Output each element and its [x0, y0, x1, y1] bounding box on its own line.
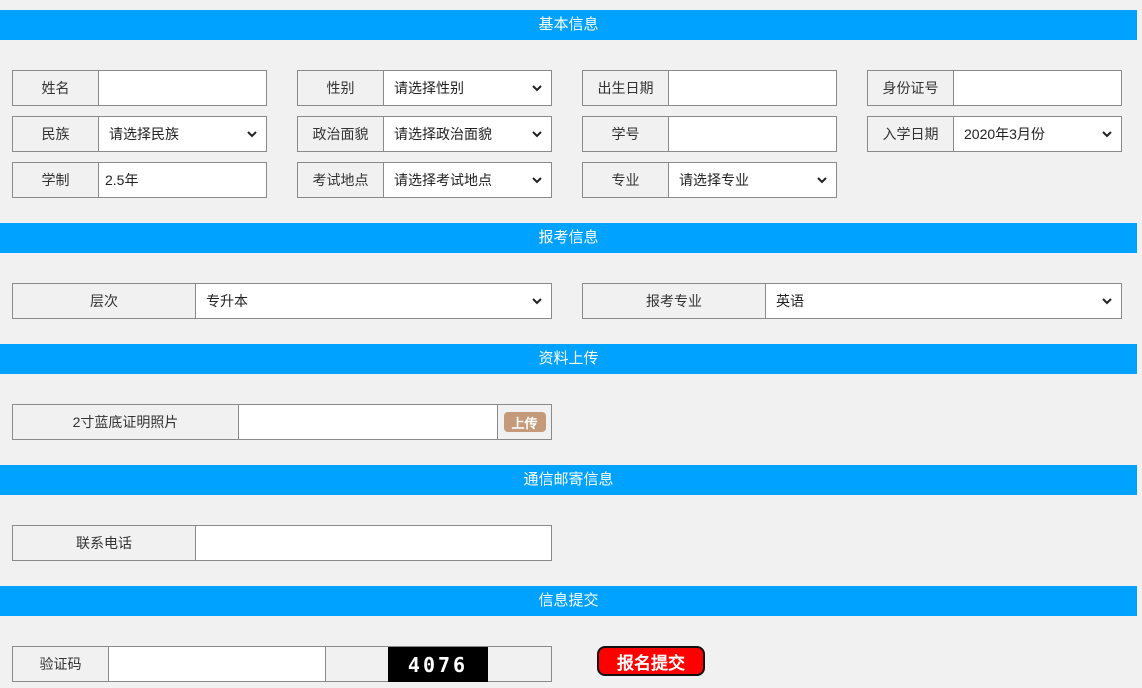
exam-location-select[interactable]: 请选择考试地点 [384, 163, 551, 197]
captcha-input[interactable] [109, 647, 326, 681]
enroll-date-label: 入学日期 [868, 117, 954, 151]
gender-select[interactable]: 请选择性别 [384, 71, 551, 105]
major-select-value: 请选择专业 [679, 172, 749, 188]
submit-button[interactable]: 报名提交 [597, 646, 705, 676]
major-select[interactable]: 请选择专业 [669, 163, 836, 197]
political-status-select[interactable]: 请选择政治面貌 [384, 117, 551, 151]
section-mailing: 通信邮寄信息 [0, 465, 1137, 495]
enroll-date-select[interactable]: 2020年3月份 [954, 117, 1121, 151]
chevron-down-icon [817, 177, 827, 184]
photo-upload-field: 2寸蓝底证明照片 上传 [12, 404, 552, 440]
photo-upload-label: 2寸蓝底证明照片 [13, 405, 239, 439]
exam-major-select-value: 英语 [776, 293, 804, 309]
duration-label: 学制 [13, 163, 99, 197]
phone-input[interactable] [196, 526, 551, 560]
chevron-down-icon [247, 131, 257, 138]
id-number-input[interactable] [954, 71, 1121, 105]
section-upload: 资料上传 [0, 344, 1137, 374]
duration-field: 学制 2.5年 [12, 162, 267, 198]
section-basic-info: 基本信息 [0, 10, 1137, 40]
section-exam-info: 报考信息 [0, 223, 1137, 253]
exam-major-field: 报考专业 英语 [582, 283, 1122, 319]
captcha-label: 验证码 [13, 647, 109, 681]
chevron-down-icon [1102, 298, 1112, 305]
enroll-date-field: 入学日期 2020年3月份 [867, 116, 1122, 152]
student-number-field: 学号 [582, 116, 837, 152]
major-label: 专业 [583, 163, 669, 197]
chevron-down-icon [532, 85, 542, 92]
photo-path-input[interactable] [239, 405, 497, 439]
chevron-down-icon [532, 131, 542, 138]
captcha-image[interactable]: 4076 [388, 647, 488, 682]
level-select[interactable]: 专升本 [196, 284, 551, 318]
ethnic-label: 民族 [13, 117, 99, 151]
phone-label: 联系电话 [13, 526, 196, 560]
student-number-label: 学号 [583, 117, 669, 151]
name-label: 姓名 [13, 71, 99, 105]
duration-input[interactable]: 2.5年 [99, 163, 266, 197]
major-field: 专业 请选择专业 [582, 162, 837, 198]
chevron-down-icon [532, 298, 542, 305]
name-field: 姓名 [12, 70, 267, 106]
exam-location-label: 考试地点 [298, 163, 384, 197]
id-number-field: 身份证号 [867, 70, 1122, 106]
level-label: 层次 [13, 284, 196, 318]
upload-button[interactable]: 上传 [503, 412, 546, 432]
level-select-value: 专升本 [206, 293, 248, 309]
gender-label: 性别 [298, 71, 384, 105]
enroll-date-select-value: 2020年3月份 [964, 126, 1045, 142]
political-status-select-value: 请选择政治面貌 [394, 126, 492, 142]
exam-major-label: 报考专业 [583, 284, 766, 318]
exam-location-select-value: 请选择考试地点 [394, 172, 492, 188]
gender-select-value: 请选择性别 [394, 80, 464, 96]
political-status-field: 政治面貌 请选择政治面貌 [297, 116, 552, 152]
political-status-label: 政治面貌 [298, 117, 384, 151]
gender-field: 性别 请选择性别 [297, 70, 552, 106]
ethnic-select[interactable]: 请选择民族 [99, 117, 266, 151]
section-submit: 信息提交 [0, 586, 1137, 616]
phone-field: 联系电话 [12, 525, 552, 561]
id-number-label: 身份证号 [868, 71, 954, 105]
chevron-down-icon [1102, 131, 1112, 138]
birth-date-field: 出生日期 [582, 70, 837, 106]
birth-date-label: 出生日期 [583, 71, 669, 105]
exam-major-select[interactable]: 英语 [766, 284, 1121, 318]
chevron-down-icon [532, 177, 542, 184]
student-number-input[interactable] [669, 117, 836, 151]
exam-location-field: 考试地点 请选择考试地点 [297, 162, 552, 198]
ethnic-select-value: 请选择民族 [109, 126, 179, 142]
birth-date-input[interactable] [669, 71, 836, 105]
ethnic-field: 民族 请选择民族 [12, 116, 267, 152]
level-field: 层次 专升本 [12, 283, 552, 319]
name-input[interactable] [99, 71, 266, 105]
upload-cell: 上传 [497, 405, 551, 439]
